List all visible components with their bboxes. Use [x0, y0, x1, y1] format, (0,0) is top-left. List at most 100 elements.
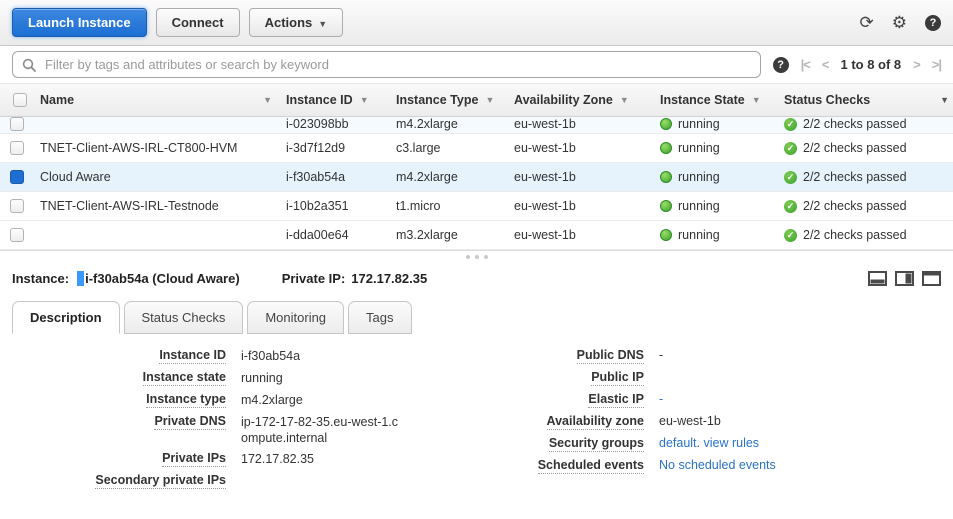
row-checkbox[interactable] [10, 117, 24, 131]
search-box[interactable] [12, 51, 761, 78]
running-state-icon [660, 200, 672, 212]
instance-type: m3.2xlarge [396, 228, 514, 242]
status-check-icon: ✓ [784, 142, 797, 155]
instance-name [40, 131, 286, 133]
gear-icon[interactable]: ⚙ [892, 14, 907, 31]
connect-button[interactable]: Connect [156, 8, 240, 37]
running-state-icon [660, 171, 672, 183]
description-right-column: Public DNS-Public IPElastic IP-Availabil… [458, 348, 953, 495]
column-header-instance-type[interactable]: Instance Type▼ [396, 93, 514, 107]
filter-input[interactable] [43, 56, 751, 73]
status-checks: ✓2/2 checks passed [784, 170, 953, 184]
field-label: Availability zone [458, 414, 644, 431]
actions-button[interactable]: Actions▼ [249, 8, 344, 37]
status-checks: ✓2/2 checks passed [784, 199, 953, 213]
field-row: Availability zoneeu-west-1b [458, 414, 953, 431]
field-value-text: i-f30ab54a [241, 349, 300, 363]
table-row[interactable]: TNET-Client-AWS-IRL-Testnodei-10b2a351t1… [0, 192, 953, 221]
instance-state-text: running [678, 228, 720, 242]
prev-page-icon[interactable]: < [822, 57, 829, 72]
column-header-status-checks[interactable]: Status Checks▼ [784, 93, 953, 107]
field-value-text: m4.2xlarge [241, 393, 303, 407]
next-page-icon[interactable]: > [913, 57, 920, 72]
sort-caret-icon: ▼ [620, 95, 629, 105]
field-value: ip-172-17-82-35.eu-west-1.compute.intern… [226, 414, 401, 446]
status-checks: ✓2/2 checks passed [784, 141, 953, 155]
checkbox-cell [0, 228, 40, 242]
field-label: Scheduled events [458, 458, 644, 475]
instance-type: m4.2xlarge [396, 117, 514, 133]
instance-state-text: running [678, 199, 720, 213]
row-checkbox[interactable] [10, 170, 24, 184]
instance-state: running [660, 117, 784, 133]
row-checkbox[interactable] [10, 199, 24, 213]
column-header-availability-zone[interactable]: Availability Zone ▼ [514, 93, 660, 107]
column-header-name[interactable]: Name▼ [40, 93, 286, 107]
instance-table: i-023098bbm4.2xlargeeu-west-1brunning✓2/… [0, 117, 953, 250]
status-checks-text: 2/2 checks passed [803, 117, 907, 131]
panel-splitter[interactable] [0, 250, 953, 263]
refresh-icon[interactable]: ⟳ [860, 14, 874, 31]
instance-id: i-dda00e64 [286, 228, 396, 242]
field-label: Instance type [20, 392, 226, 409]
column-header-label: Instance ID [286, 93, 353, 107]
instance-id: i-3d7f12d9 [286, 141, 396, 155]
description-panel: Instance IDi-f30ab54aInstance staterunni… [0, 334, 953, 495]
field-value: default. view rules [644, 436, 759, 453]
field-link[interactable]: No scheduled events [659, 458, 776, 472]
field-link[interactable]: default [659, 436, 697, 450]
split-bottom-layout-icon[interactable] [868, 271, 887, 286]
toolbar-right: ⟳ ⚙ ? [860, 14, 942, 31]
full-list-layout-icon[interactable] [922, 271, 941, 286]
field-label: Private IPs [20, 451, 226, 468]
table-row[interactable]: i-dda00e64m3.2xlargeeu-west-1brunning✓2/… [0, 221, 953, 250]
field-link[interactable]: view rules [703, 436, 759, 450]
table-row[interactable]: i-023098bbm4.2xlargeeu-west-1brunning✓2/… [0, 117, 953, 134]
field-link[interactable]: - [659, 392, 663, 406]
row-checkbox[interactable] [10, 141, 24, 155]
availability-zone: eu-west-1b [514, 117, 660, 133]
status-checks-text: 2/2 checks passed [803, 199, 907, 213]
instance-label: Instance: [12, 271, 69, 286]
row-checkbox[interactable] [10, 228, 24, 242]
checkbox-cell [0, 141, 40, 155]
actions-button-label: Actions [265, 15, 313, 30]
field-label: Public IP [458, 370, 644, 387]
help-icon[interactable]: ? [925, 15, 941, 31]
instance-type: m4.2xlarge [396, 170, 514, 184]
status-checks-text: 2/2 checks passed [803, 228, 907, 242]
field-value: eu-west-1b [644, 414, 721, 431]
sort-caret-icon: ▼ [752, 95, 761, 105]
field-label-text: Public IP [591, 370, 644, 386]
tab-monitoring[interactable]: Monitoring [247, 301, 344, 334]
table-row[interactable]: Cloud Awarei-f30ab54am4.2xlargeeu-west-1… [0, 163, 953, 192]
private-ip-label: Private IP: [282, 271, 346, 286]
tab-tags[interactable]: Tags [348, 301, 411, 334]
select-all-checkbox[interactable] [13, 93, 27, 107]
launch-instance-button[interactable]: Launch Instance [12, 8, 147, 37]
field-value: No scheduled events [644, 458, 776, 475]
column-header-instance-state[interactable]: Instance State▼ [660, 93, 784, 107]
field-label-text: Scheduled events [538, 458, 644, 474]
field-row: Secondary private IPs [20, 473, 458, 490]
field-row: Private DNSip-172-17-82-35.eu-west-1.com… [20, 414, 458, 446]
detail-header: Instance: i-f30ab54a (Cloud Aware) Priva… [0, 263, 953, 293]
tab-description[interactable]: Description [12, 301, 120, 334]
tab-status-checks[interactable]: Status Checks [124, 301, 244, 334]
column-header-label: Instance Type [396, 93, 478, 107]
last-page-icon[interactable]: >| [932, 57, 941, 72]
field-value: i-f30ab54a [226, 348, 401, 365]
field-label: Instance state [20, 370, 226, 387]
selection-mark [77, 271, 84, 286]
field-label: Elastic IP [458, 392, 644, 409]
table-header-row: Name▼Instance ID▼Instance Type▼Availabil… [0, 84, 953, 117]
field-label-text: Availability zone [547, 414, 644, 430]
field-row: Security groupsdefault. view rules [458, 436, 953, 453]
status-check-icon: ✓ [784, 118, 797, 131]
split-right-layout-icon[interactable] [895, 271, 914, 286]
filter-help-icon[interactable]: ? [773, 57, 789, 73]
column-header-instance-id[interactable]: Instance ID▼ [286, 93, 396, 107]
column-header-label: Availability Zone [514, 93, 613, 107]
first-page-icon[interactable]: |< [801, 57, 810, 72]
table-row[interactable]: TNET-Client-AWS-IRL-CT800-HVMi-3d7f12d9c… [0, 134, 953, 163]
